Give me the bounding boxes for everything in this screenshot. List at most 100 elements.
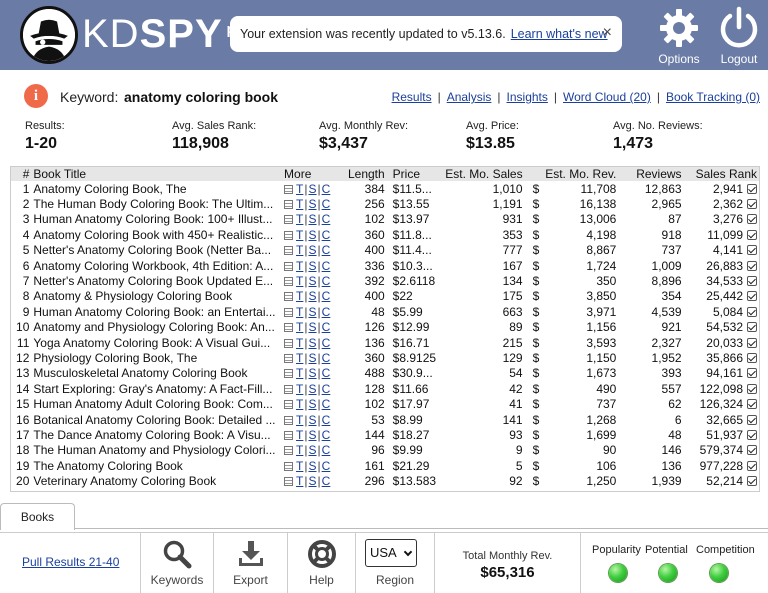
link-c[interactable]: C	[322, 474, 331, 488]
link-s[interactable]: S	[309, 320, 317, 334]
document-icon[interactable]	[284, 184, 294, 194]
link-s[interactable]: S	[309, 274, 317, 288]
link-s[interactable]: S	[309, 197, 317, 211]
document-icon[interactable]	[284, 307, 294, 317]
link-t[interactable]: T	[296, 474, 303, 488]
link-c[interactable]: C	[322, 228, 331, 242]
book-title[interactable]: Netter's Anatomy Coloring Book (Netter B…	[31, 243, 282, 258]
results-table-container[interactable]: # Book Title More Length Price Est. Mo. …	[10, 166, 760, 492]
link-s[interactable]: S	[309, 474, 317, 488]
link-t[interactable]: T	[296, 428, 303, 442]
book-title[interactable]: Anatomy & Physiology Coloring Book	[31, 289, 282, 304]
info-icon[interactable]: i	[24, 84, 48, 108]
book-title[interactable]: Netter's Anatomy Coloring Book Updated E…	[31, 273, 282, 288]
link-s[interactable]: S	[309, 459, 317, 473]
link-t[interactable]: T	[296, 459, 303, 473]
link-s[interactable]: S	[309, 366, 317, 380]
track-checkbox[interactable]	[747, 352, 757, 363]
col-rev[interactable]: Est. Mo. Rev.	[524, 167, 619, 181]
document-icon[interactable]	[284, 415, 294, 425]
col-rank[interactable]: Sales Rank	[683, 167, 759, 181]
table-row[interactable]: 4 Anatomy Coloring Book with 450+ Realist…	[11, 227, 759, 242]
link-s[interactable]: S	[309, 228, 317, 242]
link-s[interactable]: S	[309, 428, 317, 442]
link-t[interactable]: T	[296, 382, 303, 396]
link-s[interactable]: S	[309, 305, 317, 319]
book-title[interactable]: Yoga Anatomy Coloring Book: A Visual Gui…	[31, 335, 282, 350]
document-icon[interactable]	[284, 400, 294, 410]
region-select[interactable]: USA	[365, 539, 417, 567]
link-c[interactable]: C	[322, 397, 331, 411]
link-c[interactable]: C	[322, 336, 331, 350]
book-title[interactable]: Start Exploring: Gray's Anatomy: A Fact-…	[31, 381, 282, 396]
link-s[interactable]: S	[309, 336, 317, 350]
potential-light-icon[interactable]	[659, 564, 677, 582]
table-row[interactable]: 16 Botanical Anatomy Coloring Book: Detai…	[11, 412, 759, 427]
track-checkbox[interactable]	[747, 445, 757, 456]
link-t[interactable]: T	[296, 443, 303, 457]
track-checkbox[interactable]	[747, 460, 757, 471]
tab-books[interactable]: Books	[0, 503, 75, 530]
link-c[interactable]: C	[322, 320, 331, 334]
nav-book-tracking[interactable]: Book Tracking (0)	[666, 90, 760, 104]
link-t[interactable]: T	[296, 259, 303, 273]
track-checkbox[interactable]	[747, 229, 757, 240]
link-c[interactable]: C	[322, 382, 331, 396]
link-t[interactable]: T	[296, 228, 303, 242]
link-c[interactable]: C	[322, 428, 331, 442]
help-button[interactable]: Help	[287, 533, 355, 593]
link-c[interactable]: C	[322, 259, 331, 273]
link-t[interactable]: T	[296, 305, 303, 319]
col-reviews[interactable]: Reviews	[618, 167, 684, 181]
link-c[interactable]: C	[322, 366, 331, 380]
link-s[interactable]: S	[309, 351, 317, 365]
table-row[interactable]: 10 Anatomy and Physiology Coloring Book: …	[11, 320, 759, 335]
table-row[interactable]: 7 Netter's Anatomy Coloring Book Updated …	[11, 273, 759, 288]
link-s[interactable]: S	[309, 443, 317, 457]
link-t[interactable]: T	[296, 182, 303, 196]
document-icon[interactable]	[284, 369, 294, 379]
link-t[interactable]: T	[296, 212, 303, 226]
link-c[interactable]: C	[322, 182, 331, 196]
document-icon[interactable]	[284, 446, 294, 456]
document-icon[interactable]	[284, 477, 294, 487]
table-row[interactable]: 19 The Anatomy Coloring Book T|S|C 161 $21.2…	[11, 458, 759, 473]
notice-link[interactable]: Learn what's new	[511, 27, 608, 41]
track-checkbox[interactable]	[747, 199, 757, 210]
track-checkbox[interactable]	[747, 383, 757, 394]
track-checkbox[interactable]	[747, 337, 757, 348]
link-s[interactable]: S	[309, 382, 317, 396]
link-c[interactable]: C	[322, 459, 331, 473]
document-icon[interactable]	[284, 461, 294, 471]
link-t[interactable]: T	[296, 289, 303, 303]
document-icon[interactable]	[284, 430, 294, 440]
document-icon[interactable]	[284, 338, 294, 348]
document-icon[interactable]	[284, 384, 294, 394]
track-checkbox[interactable]	[747, 399, 757, 410]
popularity-light-icon[interactable]	[609, 564, 627, 582]
track-checkbox[interactable]	[747, 214, 757, 225]
track-checkbox[interactable]	[747, 368, 757, 379]
link-s[interactable]: S	[309, 397, 317, 411]
track-checkbox[interactable]	[747, 322, 757, 333]
track-checkbox[interactable]	[747, 260, 757, 271]
document-icon[interactable]	[284, 200, 294, 210]
track-checkbox[interactable]	[747, 291, 757, 302]
document-icon[interactable]	[284, 277, 294, 287]
link-s[interactable]: S	[309, 413, 317, 427]
document-icon[interactable]	[284, 246, 294, 256]
nav-analysis[interactable]: Analysis	[447, 90, 492, 104]
link-t[interactable]: T	[296, 243, 303, 257]
link-t[interactable]: T	[296, 351, 303, 365]
col-title[interactable]: Book Title	[31, 167, 283, 181]
track-checkbox[interactable]	[747, 183, 757, 194]
book-title[interactable]: Human Anatomy Adult Coloring Book: Com..…	[31, 396, 282, 411]
nav-results[interactable]: Results	[392, 90, 432, 104]
col-length[interactable]: Length	[345, 167, 387, 181]
track-checkbox[interactable]	[747, 306, 757, 317]
table-row[interactable]: 17 The Dance Anatomy Coloring Book: A Vis…	[11, 427, 759, 442]
document-icon[interactable]	[284, 261, 294, 271]
book-title[interactable]: Anatomy and Physiology Coloring Book: An…	[31, 320, 282, 335]
close-icon[interactable]: ×	[603, 25, 612, 41]
nav-word-cloud[interactable]: Word Cloud (20)	[563, 90, 651, 104]
